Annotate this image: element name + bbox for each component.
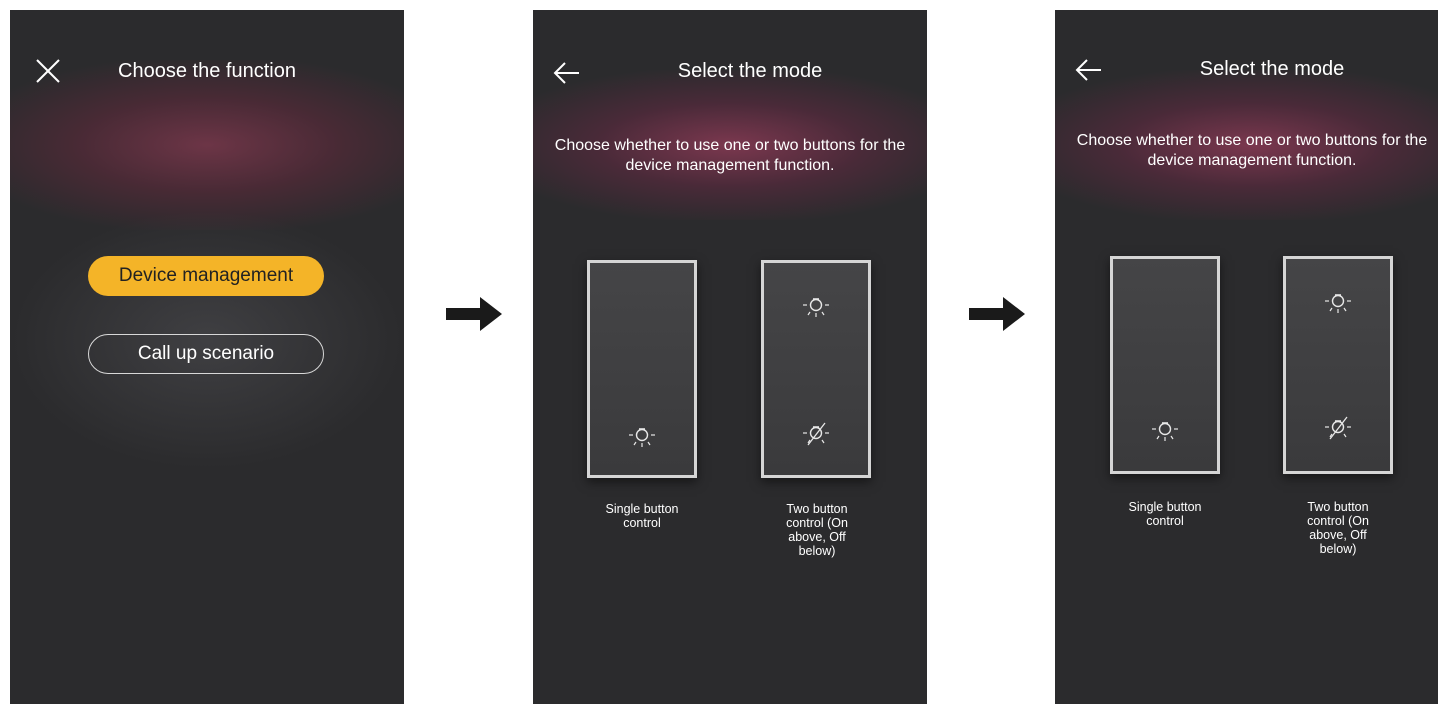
single-button-caption: Single button control (1128, 500, 1202, 528)
mode-description: Choose whether to use one or two buttons… (554, 137, 906, 174)
header-glow (10, 60, 404, 230)
single-button-caption: Single button control (605, 502, 679, 530)
close-icon[interactable] (34, 57, 62, 85)
two-button-caption: Two button control (On above, Off below) (786, 502, 848, 558)
bulb-icon (629, 428, 655, 447)
call-up-scenario-button[interactable]: Call up scenario (88, 334, 324, 374)
bulb-on-icon (803, 298, 829, 317)
two-button-option[interactable] (761, 260, 871, 478)
single-button-option[interactable] (1110, 256, 1220, 474)
page-title: Select the mode (677, 60, 823, 82)
arrow-right-icon (969, 297, 1025, 331)
single-button-option[interactable] (587, 260, 697, 478)
screen-select-mode: Select the mode Choose whether to use on… (1055, 10, 1438, 704)
bulb-icon (1152, 422, 1178, 441)
page-title: Choose the function (118, 60, 296, 82)
two-button-caption: Two button control (On above, Off below) (1307, 500, 1369, 556)
bulb-on-icon (1325, 294, 1351, 313)
mode-description: Choose whether to use one or two buttons… (1076, 132, 1428, 169)
screen-choose-function: Choose the function Device management Ca… (10, 10, 404, 704)
two-button-option[interactable] (1283, 256, 1393, 474)
arrow-right-icon (446, 297, 502, 331)
device-management-button[interactable]: Device management (88, 256, 324, 296)
bulb-off-icon (803, 422, 829, 446)
screen-select-mode: Select the mode Choose whether to use on… (533, 10, 927, 704)
page-title: Select the mode (1199, 58, 1345, 80)
bulb-off-icon (1325, 416, 1351, 440)
